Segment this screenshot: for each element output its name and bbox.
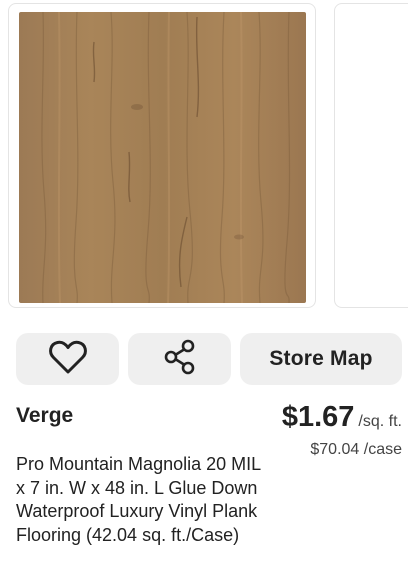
price-row: $1.67 /sq. ft.: [282, 401, 402, 434]
store-map-label: Store Map: [269, 347, 373, 370]
price: $1.67: [281, 401, 355, 433]
product-image[interactable]: [19, 12, 306, 303]
share-icon: [163, 338, 197, 381]
product-image-card[interactable]: [8, 3, 316, 308]
price-unit: /sq. ft.: [358, 413, 402, 430]
store-map-button[interactable]: Store Map: [240, 333, 402, 385]
brand-link[interactable]: Verge: [16, 404, 73, 428]
heart-icon: [48, 339, 88, 380]
share-button[interactable]: [128, 333, 231, 385]
case-price: $70.04 /case: [310, 441, 402, 458]
favorite-button[interactable]: [16, 333, 119, 385]
product-title: Pro Mountain Magnolia 20 MIL x 7 in. W x…: [16, 454, 261, 545]
next-image-card[interactable]: [334, 3, 408, 308]
